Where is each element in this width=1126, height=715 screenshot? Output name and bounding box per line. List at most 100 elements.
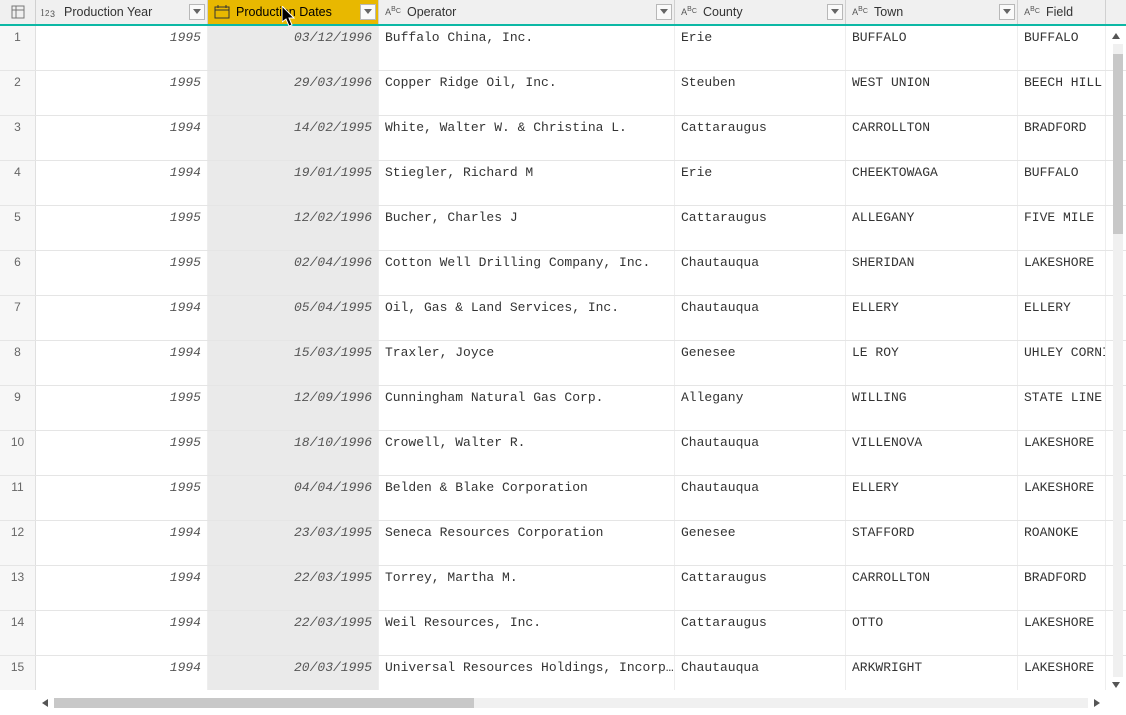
cell-operator[interactable]: Weil Resources, Inc. [379,611,675,655]
row-number[interactable]: 9 [0,386,36,430]
cell-county[interactable]: Cattaraugus [675,566,846,610]
cell-town[interactable]: CHEEKTOWAGA [846,161,1018,205]
cell-production-year[interactable]: 1994 [36,116,208,160]
horizontal-scrollbar[interactable] [36,693,1106,713]
row-number[interactable]: 15 [0,656,36,690]
cell-production-year[interactable]: 1994 [36,656,208,690]
table-row[interactable]: 1199503/12/1996Buffalo China, Inc.ErieBU… [0,26,1126,71]
scroll-thumb[interactable] [54,698,474,708]
cell-town[interactable]: WEST UNION [846,71,1018,115]
table-row[interactable]: 5199512/02/1996Bucher, Charles JCattarau… [0,206,1126,251]
cell-field[interactable]: LAKESHORE [1018,431,1106,475]
row-number[interactable]: 3 [0,116,36,160]
cell-production-year[interactable]: 1995 [36,476,208,520]
cell-town[interactable]: ARKWRIGHT [846,656,1018,690]
scroll-track[interactable] [1113,44,1123,677]
cell-production-year[interactable]: 1994 [36,296,208,340]
cell-production-dates[interactable]: 19/01/1995 [208,161,379,205]
cell-production-year[interactable]: 1995 [36,251,208,295]
cell-county[interactable]: Steuben [675,71,846,115]
cell-production-dates[interactable]: 22/03/1995 [208,611,379,655]
cell-production-dates[interactable]: 12/09/1996 [208,386,379,430]
cell-field[interactable]: BUFFALO [1018,26,1106,70]
cell-production-dates[interactable]: 14/02/1995 [208,116,379,160]
table-row[interactable]: 6199502/04/1996Cotton Well Drilling Comp… [0,251,1126,296]
column-filter-dropdown[interactable] [999,4,1015,20]
cell-production-dates[interactable]: 03/12/1996 [208,26,379,70]
scroll-down-arrow[interactable] [1108,677,1124,693]
column-filter-dropdown[interactable] [360,4,376,20]
row-number[interactable]: 12 [0,521,36,565]
cell-field[interactable]: UHLEY CORNI [1018,341,1106,385]
cell-town[interactable]: WILLING [846,386,1018,430]
cell-production-year[interactable]: 1995 [36,206,208,250]
table-row[interactable]: 3199414/02/1995White, Walter W. & Christ… [0,116,1126,161]
cell-production-year[interactable]: 1994 [36,161,208,205]
cell-field[interactable]: STATE LINE [1018,386,1106,430]
cell-county[interactable]: Genesee [675,341,846,385]
cell-operator[interactable]: Oil, Gas & Land Services, Inc. [379,296,675,340]
cell-operator[interactable]: Stiegler, Richard M [379,161,675,205]
table-row[interactable]: 13199422/03/1995Torrey, Martha M.Cattara… [0,566,1126,611]
cell-field[interactable]: LAKESHORE [1018,476,1106,520]
cell-operator[interactable]: Seneca Resources Corporation [379,521,675,565]
cell-field[interactable]: ROANOKE [1018,521,1106,565]
cell-production-dates[interactable]: 02/04/1996 [208,251,379,295]
cell-production-year[interactable]: 1995 [36,71,208,115]
column-header-production-dates[interactable]: Production Dates [208,0,379,24]
cell-county[interactable]: Chautauqua [675,656,846,690]
cell-town[interactable]: BUFFALO [846,26,1018,70]
cell-town[interactable]: ELLERY [846,476,1018,520]
cell-town[interactable]: CARROLLTON [846,116,1018,160]
table-row[interactable]: 14199422/03/1995Weil Resources, Inc.Catt… [0,611,1126,656]
cell-county[interactable]: Genesee [675,521,846,565]
cell-production-dates[interactable]: 12/02/1996 [208,206,379,250]
cell-production-dates[interactable]: 20/03/1995 [208,656,379,690]
cell-county[interactable]: Cattaraugus [675,206,846,250]
row-number[interactable]: 13 [0,566,36,610]
row-number[interactable]: 14 [0,611,36,655]
cell-field[interactable]: LAKESHORE [1018,611,1106,655]
cell-field[interactable]: BEECH HILL [1018,71,1106,115]
column-header-field[interactable]: ABC Field [1018,0,1106,24]
column-header-county[interactable]: ABC County [675,0,846,24]
column-filter-dropdown[interactable] [827,4,843,20]
cell-production-dates[interactable]: 15/03/1995 [208,341,379,385]
cell-operator[interactable]: Bucher, Charles J [379,206,675,250]
cell-town[interactable]: OTTO [846,611,1018,655]
cell-production-dates[interactable]: 22/03/1995 [208,566,379,610]
row-number[interactable]: 5 [0,206,36,250]
cell-town[interactable]: CARROLLTON [846,566,1018,610]
cell-production-dates[interactable]: 04/04/1996 [208,476,379,520]
column-filter-dropdown[interactable] [656,4,672,20]
cell-operator[interactable]: Copper Ridge Oil, Inc. [379,71,675,115]
cell-county[interactable]: Erie [675,161,846,205]
table-row[interactable]: 10199518/10/1996Crowell, Walter R.Chauta… [0,431,1126,476]
row-number[interactable]: 11 [0,476,36,520]
cell-county[interactable]: Chautauqua [675,251,846,295]
cell-production-year[interactable]: 1995 [36,26,208,70]
cell-county[interactable]: Chautauqua [675,431,846,475]
cell-town[interactable]: SHERIDAN [846,251,1018,295]
cell-operator[interactable]: Torrey, Martha M. [379,566,675,610]
row-number[interactable]: 7 [0,296,36,340]
cell-operator[interactable]: Crowell, Walter R. [379,431,675,475]
cell-production-dates[interactable]: 23/03/1995 [208,521,379,565]
cell-production-dates[interactable]: 05/04/1995 [208,296,379,340]
cell-production-year[interactable]: 1994 [36,341,208,385]
scroll-left-arrow[interactable] [36,694,54,712]
table-row[interactable]: 8199415/03/1995Traxler, JoyceGeneseeLE R… [0,341,1126,386]
cell-county[interactable]: Erie [675,26,846,70]
cell-town[interactable]: ALLEGANY [846,206,1018,250]
column-filter-dropdown[interactable] [189,4,205,20]
cell-county[interactable]: Cattaraugus [675,611,846,655]
cell-production-year[interactable]: 1994 [36,521,208,565]
cell-operator[interactable]: Traxler, Joyce [379,341,675,385]
row-number[interactable]: 1 [0,26,36,70]
table-row[interactable]: 7199405/04/1995Oil, Gas & Land Services,… [0,296,1126,341]
vertical-scrollbar[interactable] [1108,28,1124,693]
row-number[interactable]: 4 [0,161,36,205]
row-number[interactable]: 6 [0,251,36,295]
cell-field[interactable]: BUFFALO [1018,161,1106,205]
cell-production-year[interactable]: 1995 [36,431,208,475]
